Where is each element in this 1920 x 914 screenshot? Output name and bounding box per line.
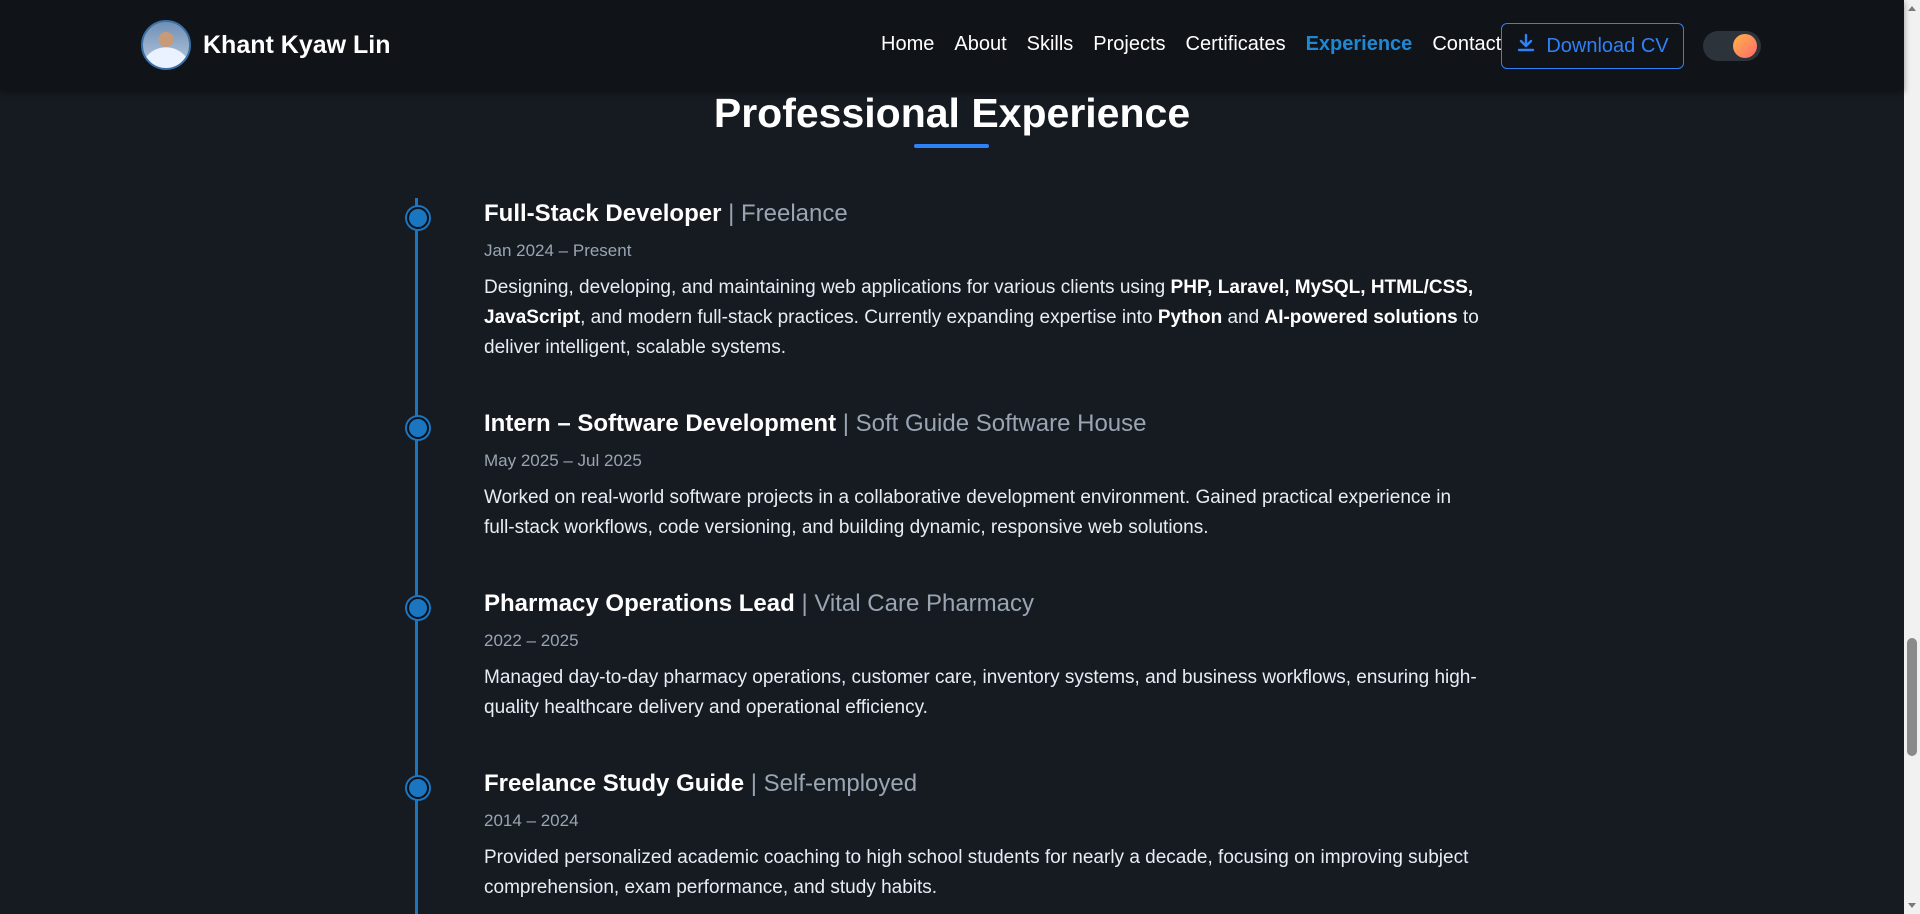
item-description: Managed day-to-day pharmacy operations, … bbox=[484, 663, 1484, 723]
navbar: Khant Kyaw Lin Home About Skills Project… bbox=[0, 0, 1904, 90]
download-icon bbox=[1516, 33, 1536, 59]
timeline-dot bbox=[407, 597, 429, 619]
description-text: Designing, developing, and maintaining w… bbox=[484, 277, 1171, 298]
item-role: Freelance Study Guide bbox=[484, 770, 745, 797]
item-heading: Full-Stack Developer | Freelance bbox=[484, 199, 1484, 229]
download-cv-button[interactable]: Download CV bbox=[1501, 23, 1684, 69]
scrollbar[interactable] bbox=[1904, 0, 1920, 914]
item-separator: | bbox=[750, 770, 757, 797]
item-heading: Intern – Software Development | Soft Gui… bbox=[484, 409, 1484, 439]
item-org: Vital Care Pharmacy bbox=[814, 590, 1035, 617]
item-date: 2022 – 2025 bbox=[484, 631, 579, 650]
item-description: Worked on real-world software projects i… bbox=[484, 483, 1484, 543]
item-separator: | bbox=[728, 200, 735, 227]
avatar bbox=[141, 20, 191, 70]
nav-link-skills[interactable]: Skills bbox=[1027, 33, 1074, 56]
item-org: Freelance bbox=[741, 200, 848, 227]
item-org: Soft Guide Software House bbox=[855, 410, 1147, 437]
description-highlight: Python bbox=[1157, 307, 1223, 328]
item-heading: Freelance Study Guide | Self-employed bbox=[484, 769, 1484, 799]
nav-links: Home About Skills Projects Certificates … bbox=[881, 33, 1501, 56]
item-description: Designing, developing, and maintaining w… bbox=[484, 273, 1484, 363]
download-cv-label: Download CV bbox=[1546, 34, 1669, 57]
timeline-item: Full-Stack Developer | Freelance Jan 202… bbox=[407, 199, 1484, 363]
nav-link-certificates[interactable]: Certificates bbox=[1186, 33, 1286, 56]
item-org: Self-employed bbox=[763, 770, 918, 797]
title-underline bbox=[914, 144, 989, 148]
description-text: Managed day-to-day pharmacy operations, … bbox=[484, 667, 1477, 718]
item-role: Intern – Software Development bbox=[484, 410, 837, 437]
brand[interactable]: Khant Kyaw Lin bbox=[141, 20, 391, 70]
nav-link-experience[interactable]: Experience bbox=[1306, 33, 1413, 56]
nav-link-projects[interactable]: Projects bbox=[1093, 33, 1165, 56]
timeline-item: Freelance Study Guide | Self-employed 20… bbox=[407, 769, 1484, 903]
item-description: Provided personalized academic coaching … bbox=[484, 843, 1484, 903]
nav-link-home[interactable]: Home bbox=[881, 33, 934, 56]
item-date: May 2025 – Jul 2025 bbox=[484, 451, 642, 470]
nav-link-contact[interactable]: Contact bbox=[1432, 33, 1501, 56]
item-role: Pharmacy Operations Lead bbox=[484, 590, 795, 617]
item-heading: Pharmacy Operations Lead | Vital Care Ph… bbox=[484, 589, 1484, 619]
timeline-dot bbox=[407, 417, 429, 439]
item-date: 2014 – 2024 bbox=[484, 811, 579, 830]
scroll-up-arrow-icon[interactable] bbox=[1908, 6, 1916, 11]
timeline-dot bbox=[407, 777, 429, 799]
scroll-down-arrow-icon[interactable] bbox=[1908, 903, 1916, 908]
description-text: Provided personalized academic coaching … bbox=[484, 847, 1469, 898]
brand-name: Khant Kyaw Lin bbox=[203, 30, 391, 59]
theme-toggle[interactable] bbox=[1703, 31, 1761, 61]
description-text: and bbox=[1222, 307, 1265, 328]
description-text: , and modern full-stack practices. Curre… bbox=[580, 307, 1158, 328]
timeline-item: Pharmacy Operations Lead | Vital Care Ph… bbox=[407, 589, 1484, 723]
item-date: Jan 2024 – Present bbox=[484, 241, 632, 260]
page-title: Professional Experience bbox=[713, 90, 1191, 136]
theme-toggle-icon bbox=[1733, 34, 1757, 58]
timeline-item: Intern – Software Development | Soft Gui… bbox=[407, 409, 1484, 543]
nav-link-about[interactable]: About bbox=[954, 33, 1006, 56]
description-text: Worked on real-world software projects i… bbox=[484, 487, 1452, 538]
item-separator: | bbox=[842, 410, 849, 437]
description-highlight: AI-powered solutions bbox=[1264, 307, 1458, 328]
timeline-line bbox=[415, 198, 418, 914]
item-separator: | bbox=[801, 590, 808, 617]
item-role: Full-Stack Developer bbox=[484, 200, 722, 227]
timeline-dot bbox=[407, 207, 429, 229]
scrollbar-thumb[interactable] bbox=[1907, 638, 1917, 756]
